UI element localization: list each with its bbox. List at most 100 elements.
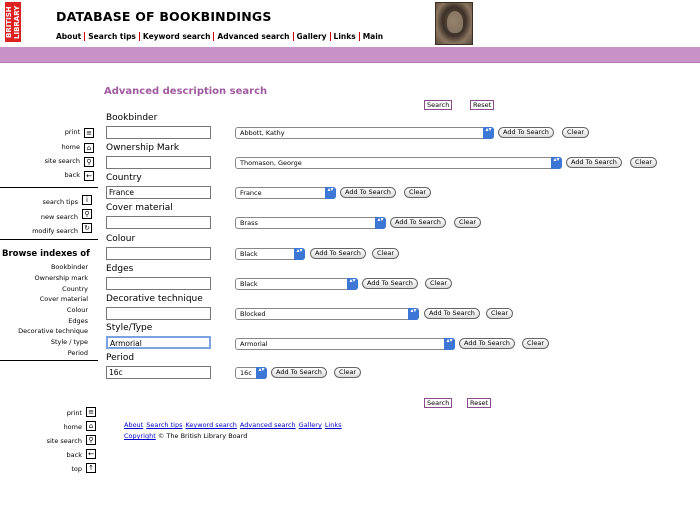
chevron-updown-icon: ▴▾ <box>347 278 358 290</box>
country-clear-button[interactable]: Clear <box>404 187 431 198</box>
home-icon[interactable]: ⌂ <box>86 421 96 431</box>
footer-gallery-link[interactable]: Gallery <box>299 421 322 429</box>
sidebar-home-link-bottom[interactable]: home <box>20 423 82 431</box>
colour-clear-button[interactable]: Clear <box>372 248 399 259</box>
browse-indexes-title: Browse indexes of <box>2 249 90 259</box>
chevron-updown-icon: ▴▾ <box>551 157 562 169</box>
ownership-mark-input[interactable] <box>106 156 211 169</box>
chevron-updown-icon: ▴▾ <box>294 248 305 260</box>
nav-links[interactable]: Links <box>331 32 360 41</box>
nav-advanced-search[interactable]: Advanced search <box>214 32 294 41</box>
cover-material-input[interactable] <box>106 216 211 229</box>
nav-about[interactable]: About <box>56 32 86 41</box>
edges-input[interactable] <box>106 277 211 290</box>
magnifier-icon[interactable]: ⚲ <box>86 435 96 445</box>
browse-style-type[interactable]: Style / type <box>51 338 88 346</box>
footer-search-tips-link[interactable]: Search tips <box>146 421 182 429</box>
period-clear-button[interactable]: Clear <box>334 367 361 378</box>
search-button[interactable]: Search <box>424 100 453 110</box>
cover-material-label: Cover material <box>106 203 173 213</box>
browse-period[interactable]: Period <box>68 349 88 357</box>
chevron-updown-icon: ▴▾ <box>408 308 419 320</box>
period-input[interactable]: 16c <box>106 366 211 379</box>
print-icon[interactable]: ≡ <box>86 407 96 417</box>
magnifier-icon[interactable]: ⚲ <box>84 157 94 167</box>
cover-material-add-button[interactable]: Add To Search <box>390 217 446 228</box>
style-type-add-button[interactable]: Add To Search <box>459 338 515 349</box>
sidebar-site-search-link[interactable]: site search <box>20 157 80 165</box>
style-type-label: Style/Type <box>106 323 153 333</box>
edges-add-button[interactable]: Add To Search <box>362 278 418 289</box>
edges-clear-button[interactable]: Clear <box>425 278 452 289</box>
back-arrow-icon[interactable]: ← <box>86 449 96 459</box>
decorative-technique-clear-button[interactable]: Clear <box>486 308 513 319</box>
british-library-logo[interactable]: BRITISH LIBRARY <box>5 2 21 42</box>
browse-cover-material[interactable]: Cover material <box>40 295 88 303</box>
edges-select-value: Black <box>240 280 258 288</box>
cover-material-select-value: Brass <box>240 219 258 227</box>
reset-button-bottom[interactable]: Reset <box>467 398 492 408</box>
browse-edges[interactable]: Edges <box>68 317 88 325</box>
footer-links-link[interactable]: Links <box>325 421 342 429</box>
sidebar-modify-search-link[interactable]: modify search <box>15 227 78 235</box>
style-type-input[interactable]: Armorial <box>106 336 211 349</box>
colour-select[interactable]: Black ▴▾ <box>235 248 305 260</box>
ownership-mark-add-button[interactable]: Add To Search <box>566 157 622 168</box>
style-type-select[interactable]: Armorial ▴▾ <box>235 338 455 350</box>
style-type-clear-button[interactable]: Clear <box>522 338 549 349</box>
new-search-icon[interactable]: ⚲ <box>82 209 92 219</box>
sidebar-print-link-bottom[interactable]: print <box>20 409 82 417</box>
modify-search-icon[interactable]: ↻ <box>82 223 92 233</box>
footer-keyword-search-link[interactable]: Keyword search <box>185 421 236 429</box>
home-icon[interactable]: ⌂ <box>84 143 94 153</box>
cover-material-clear-button[interactable]: Clear <box>454 217 481 228</box>
footer-advanced-search-link[interactable]: Advanced search <box>240 421 296 429</box>
edges-select[interactable]: Black ▴▾ <box>235 278 358 290</box>
back-arrow-icon[interactable]: ← <box>84 171 94 181</box>
browse-bookbinder[interactable]: Bookbinder <box>51 263 88 271</box>
sidebar-top-link[interactable]: top <box>20 465 82 473</box>
bookbinder-select[interactable]: Abbott, Kathy ▴▾ <box>235 127 494 139</box>
period-add-button[interactable]: Add To Search <box>271 367 327 378</box>
ownership-mark-clear-button[interactable]: Clear <box>630 157 657 168</box>
nav-gallery[interactable]: Gallery <box>294 32 331 41</box>
print-icon[interactable]: ≡ <box>84 128 94 138</box>
reset-button[interactable]: Reset <box>470 100 495 110</box>
browse-country[interactable]: Country <box>62 285 88 293</box>
country-add-button[interactable]: Add To Search <box>340 187 396 198</box>
decorative-technique-add-button[interactable]: Add To Search <box>424 308 480 319</box>
footer-about-link[interactable]: About <box>124 421 143 429</box>
nav-keyword-search[interactable]: Keyword search <box>140 32 215 41</box>
decorative-technique-select-value: Blocked <box>240 310 266 318</box>
info-icon[interactable]: i <box>82 195 92 205</box>
bookbinder-input[interactable] <box>106 126 211 139</box>
sidebar-search-tips-link[interactable]: search tips <box>15 198 78 206</box>
sidebar-home-link[interactable]: home <box>20 143 80 151</box>
up-arrow-icon[interactable]: ↑ <box>86 463 96 473</box>
browse-ownership-mark[interactable]: Ownership mark <box>35 274 88 282</box>
ownership-mark-select[interactable]: Thomason, George ▴▾ <box>235 157 562 169</box>
nav-main[interactable]: Main <box>360 32 386 41</box>
decorative-technique-input[interactable] <box>106 307 211 320</box>
sidebar-back-link[interactable]: back <box>20 171 80 179</box>
browse-colour[interactable]: Colour <box>67 306 88 314</box>
country-input[interactable]: France <box>106 186 211 199</box>
bookbinder-clear-button[interactable]: Clear <box>562 127 589 138</box>
search-button-bottom[interactable]: Search <box>424 398 453 408</box>
browse-decorative-technique[interactable]: Decorative technique <box>18 327 88 335</box>
colour-add-button[interactable]: Add To Search <box>310 248 366 259</box>
ownership-mark-label: Ownership Mark <box>106 143 180 153</box>
decorative-technique-select[interactable]: Blocked ▴▾ <box>235 308 419 320</box>
sidebar-new-search-link[interactable]: new search <box>15 213 78 221</box>
cover-material-select[interactable]: Brass ▴▾ <box>235 217 386 229</box>
bookbinder-add-button[interactable]: Add To Search <box>498 127 554 138</box>
nav-search-tips[interactable]: Search tips <box>85 32 140 41</box>
colour-input[interactable] <box>106 247 211 260</box>
sidebar-divider <box>0 239 98 240</box>
country-select[interactable]: France ▴▾ <box>235 187 336 199</box>
sidebar-site-search-link-bottom[interactable]: site search <box>20 437 82 445</box>
sidebar-back-link-bottom[interactable]: back <box>20 451 82 459</box>
copyright-link[interactable]: Copyright <box>124 432 156 440</box>
sidebar-print-link[interactable]: print <box>20 128 80 136</box>
period-select[interactable]: 16c ▴▾ <box>235 367 267 379</box>
